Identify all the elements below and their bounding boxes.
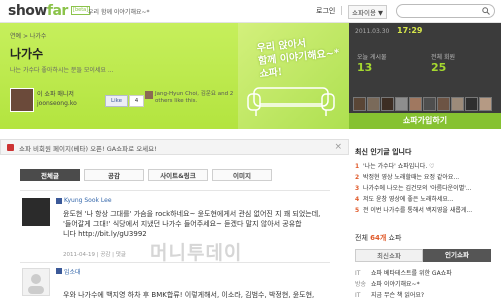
member-avatar[interactable] — [465, 97, 478, 111]
sofa-illustration — [247, 87, 335, 116]
today-posts-stat: 오늘 게시물 13 — [357, 54, 387, 74]
notice-bar: 쇼파 비회원 페이지(베타) 오픈! GA쇼파로 오세요! × — [0, 139, 349, 155]
showfar-logo[interactable]: showfar — [8, 3, 68, 19]
member-avatar[interactable] — [409, 97, 422, 111]
tab-site-link[interactable]: 사이트&링크 — [148, 169, 208, 181]
total-members-stat: 전체 회원 25 — [431, 54, 455, 74]
tab-popular-sofa[interactable]: 인기쇼파 — [423, 249, 491, 262]
facebook-icon — [56, 268, 62, 274]
stats-date: 2011.03.30 — [355, 28, 390, 35]
notice-icon — [7, 144, 14, 151]
tab-empathy[interactable]: 공감 — [84, 169, 144, 181]
list-item[interactable]: 4 저도 윤창 영상에 좋은 노래하세요... — [355, 194, 454, 203]
member-avatars — [349, 97, 501, 113]
manager-info: 이 쇼파 매니저 joonseong.ko — [37, 90, 77, 108]
member-avatar[interactable] — [423, 97, 436, 111]
default-user-icon — [28, 274, 44, 294]
post-meta[interactable]: 2011-04-19 | 공감 | 댓글 — [63, 250, 126, 258]
list-item[interactable]: 3 나가수에 나오는 김건모의 '아름다운이별'... — [355, 183, 472, 192]
breadcrumb[interactable]: 연예 > 나가수 — [10, 31, 46, 40]
hot-posts-title: 최신 인기글 입니다 — [355, 148, 412, 156]
like-count: 4 — [129, 95, 144, 107]
list-item[interactable]: 1 '나는 가수다' 쇼파입니다. ♡ — [355, 161, 435, 170]
page-title: 나가수 — [10, 47, 44, 61]
divider — [20, 190, 330, 191]
top-bar: showfar [beta] 우리 함께 이야기해요~* 로그인 쇼파이용 ▼ — [0, 0, 501, 23]
tab-all[interactable]: 전체글 — [20, 169, 80, 181]
facebook-icon — [56, 198, 62, 204]
tab-image[interactable]: 이미지 — [212, 169, 272, 181]
join-sofa-button[interactable]: 쇼파가입하기 — [349, 113, 501, 129]
post-author-name[interactable]: 임소대 — [64, 267, 81, 276]
manager-avatar[interactable] — [10, 88, 34, 112]
member-avatar[interactable] — [353, 97, 366, 111]
search-icon[interactable] — [482, 7, 490, 15]
sofa-list-tabs: 최신쇼파 인기쇼파 — [355, 249, 491, 262]
sofa-description: 나는 가수다 좋아하시는 분들 모이세요 ... — [10, 67, 114, 74]
post-author-avatar[interactable] — [22, 268, 50, 296]
post-author-name[interactable]: Kyung Sook Lee — [64, 197, 112, 204]
close-icon[interactable]: × — [334, 142, 342, 152]
member-avatar[interactable] — [381, 97, 394, 111]
post-author-avatar[interactable] — [22, 198, 50, 226]
list-item[interactable]: 2 박정현 영상 노래할때는 요정 같아요... — [355, 172, 459, 181]
member-avatar[interactable] — [451, 97, 464, 111]
watermark: 머니투데이 — [150, 242, 243, 264]
post-body: 우와 나가수에 백지영 하차 후 BMK합류! 이렇게해서, 이소라, 김범수,… — [63, 291, 315, 299]
divider — [341, 6, 342, 15]
list-item[interactable]: IT 지금 무슨 책 읽어요? — [355, 290, 424, 299]
facebook-like-button[interactable]: Like — [105, 95, 128, 107]
facebook-like-text: Jang-Hyun Choi, 김운요 and 2 others like th… — [155, 91, 234, 104]
sofa-count: 전체 64개 쇼파 — [355, 234, 402, 242]
search-input[interactable] — [396, 4, 495, 18]
member-avatar[interactable] — [395, 97, 408, 111]
tab-recent-sofa[interactable]: 최신쇼파 — [355, 249, 423, 262]
guide-dropdown[interactable]: 쇼파이용 ▼ — [348, 5, 387, 19]
manager-id[interactable]: joonseong.ko — [37, 99, 77, 108]
hero-info-panel: 연예 > 나가수 나가수 나는 가수다 좋아하시는 분들 모이세요 ... — [0, 23, 238, 129]
list-item[interactable]: 5전 이번 나가수를 통해서 백지영을 새롭게... — [355, 205, 472, 214]
list-item[interactable]: IT 쇼파 베타테스트를 위한 GA쇼파 — [355, 268, 452, 277]
post-filter-tabs: 전체글 공감 사이트&링크 이미지 — [20, 169, 275, 181]
post-body: 윤도현 '나 항상 그대를' 가슴을 rock하네요~ 윤도현에게서 관심 없어… — [63, 210, 321, 238]
stats-time: 17:29 — [397, 26, 423, 35]
notice-text[interactable]: 쇼파 비회원 페이지(베타) 오픈! GA쇼파로 오세요! — [19, 143, 157, 153]
site-tagline: 우리 함께 이야기해요~* — [88, 9, 150, 16]
member-avatar[interactable] — [367, 97, 380, 111]
login-link[interactable]: 로그인 — [316, 6, 335, 16]
manager-label: 이 쇼파 매니저 — [37, 91, 74, 98]
member-avatar[interactable] — [437, 97, 450, 111]
member-avatar[interactable] — [479, 97, 492, 111]
facebook-friend-avatar — [145, 91, 153, 99]
list-item[interactable]: 방송 쇼파 이야기해요~* — [355, 279, 420, 288]
